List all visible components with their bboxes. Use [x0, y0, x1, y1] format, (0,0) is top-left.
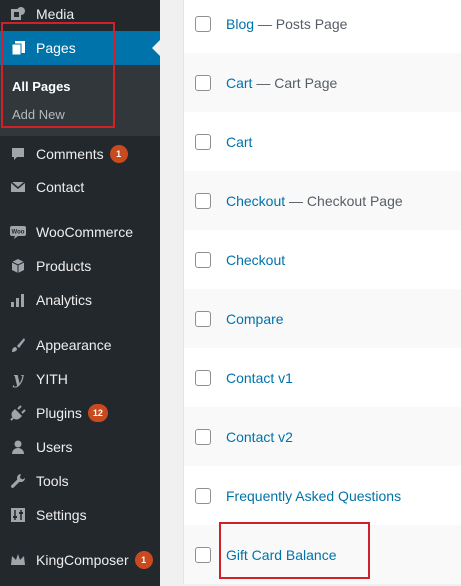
menu-label-pages: Pages: [36, 40, 76, 56]
menu-label-woocommerce: WooCommerce: [36, 224, 133, 240]
page-title-link[interactable]: Checkout: [226, 252, 285, 268]
page-title-link[interactable]: Cart: [226, 134, 252, 150]
table-row: Blog — Posts Page: [184, 0, 461, 53]
menu-item-users[interactable]: Users: [0, 430, 160, 464]
table-row: Checkout — Checkout Page: [184, 171, 461, 230]
media-icon: [8, 4, 28, 24]
page-title-link[interactable]: Blog: [226, 16, 254, 32]
user-icon: [8, 437, 28, 457]
menu-label-appearance: Appearance: [36, 337, 112, 353]
pages-table: Blog — Posts Page Cart — Cart Page Cart Che…: [183, 0, 461, 584]
kingcomposer-icon: [8, 550, 28, 570]
comments-count-badge: 1: [109, 145, 128, 163]
menu-label-settings: Settings: [36, 507, 87, 523]
menu-item-contact[interactable]: Contact: [0, 170, 160, 204]
row-checkbox[interactable]: [195, 310, 211, 327]
page-title-cell: Checkout — Checkout Page: [226, 193, 403, 209]
menu-label-users: Users: [36, 439, 73, 455]
page-title-cell: Blog — Posts Page: [226, 16, 347, 32]
page-title-link[interactable]: Compare: [226, 311, 284, 327]
menu-item-plugins[interactable]: Plugins 12: [0, 396, 160, 430]
plug-icon: [8, 403, 28, 423]
row-checkbox[interactable]: [195, 369, 211, 386]
page-title-cell: Cart: [226, 134, 252, 150]
menu-item-kingcomposer[interactable]: KingComposer 1: [0, 543, 160, 577]
menu-label-products: Products: [36, 258, 92, 274]
paintbrush-icon: [8, 335, 28, 355]
page-title-cell: Compare: [226, 311, 284, 327]
menu-label-yith: YITH: [36, 371, 68, 387]
svg-text:Woo: Woo: [12, 230, 25, 236]
kingcomposer-count-badge: 1: [134, 551, 153, 569]
plugins-count-badge: 12: [87, 404, 108, 422]
page-title-cell: Frequently Asked Questions: [226, 488, 401, 504]
page-title-link[interactable]: Contact v2: [226, 429, 293, 445]
yith-icon: y: [13, 369, 23, 389]
comments-icon: [8, 144, 28, 164]
menu-label-plugins: Plugins: [36, 405, 82, 421]
current-menu-arrow: [152, 40, 160, 56]
page-title-cell: Contact v2: [226, 429, 293, 445]
admin-sidebar: Media Pages All Pages Add New Comments 1…: [0, 0, 160, 586]
page-state-label: — Checkout Page: [289, 192, 403, 209]
submenu-add-new[interactable]: Add New: [12, 107, 65, 122]
box-icon: [8, 256, 28, 276]
menu-label-media: Media: [36, 6, 75, 22]
wrench-icon: [8, 471, 28, 491]
menu-item-products[interactable]: Products: [0, 249, 160, 283]
menu-item-tools[interactable]: Tools: [0, 464, 160, 498]
page-title-link[interactable]: Frequently Asked Questions: [226, 488, 401, 504]
menu-item-media[interactable]: Media: [0, 0, 160, 31]
page-state-label: — Posts Page: [257, 15, 348, 32]
page-title-link[interactable]: Gift Card Balance: [226, 547, 337, 563]
table-row: Cart — Cart Page: [184, 53, 461, 112]
row-checkbox[interactable]: [195, 192, 211, 209]
menu-item-woocommerce[interactable]: Woo WooCommerce: [0, 215, 160, 249]
table-row: Compare: [184, 289, 461, 348]
menu-label-tools: Tools: [36, 473, 69, 489]
page-title-link[interactable]: Cart: [226, 75, 252, 91]
row-checkbox[interactable]: [195, 133, 211, 150]
pages-submenu: All Pages Add New: [0, 65, 160, 136]
menu-item-pages[interactable]: Pages: [0, 31, 160, 65]
row-checkbox[interactable]: [195, 546, 211, 563]
page-title-cell: Checkout: [226, 252, 285, 268]
table-row: Cart: [184, 112, 461, 171]
row-checkbox[interactable]: [195, 15, 211, 32]
menu-item-appearance[interactable]: Appearance: [0, 328, 160, 362]
row-checkbox[interactable]: [195, 74, 211, 91]
woocommerce-icon: Woo: [8, 222, 28, 242]
menu-item-comments[interactable]: Comments 1: [0, 137, 160, 171]
row-checkbox[interactable]: [195, 428, 211, 445]
row-checkbox[interactable]: [195, 487, 211, 504]
row-checkbox[interactable]: [195, 251, 211, 268]
menu-label-kingcomposer: KingComposer: [36, 552, 129, 568]
page-title-cell: Cart — Cart Page: [226, 75, 337, 91]
page-title-cell: Gift Card Balance: [226, 547, 337, 563]
pages-icon: [8, 38, 28, 58]
menu-label-contact: Contact: [36, 179, 85, 195]
menu-item-yith[interactable]: y YITH: [0, 362, 160, 396]
page-title-link[interactable]: Checkout: [226, 193, 285, 209]
page-title-cell: Contact v1: [226, 370, 293, 386]
page-state-label: — Cart Page: [256, 74, 338, 91]
sliders-icon: [8, 505, 28, 525]
page-title-link[interactable]: Contact v1: [226, 370, 293, 386]
menu-label-analytics: Analytics: [36, 292, 93, 308]
menu-label-comments: Comments: [36, 146, 104, 162]
pages-list-area: Blog — Posts Page Cart — Cart Page Cart Che…: [160, 0, 461, 586]
submenu-all-pages[interactable]: All Pages: [12, 79, 71, 94]
table-row: Contact v2: [184, 407, 461, 466]
table-row: Frequently Asked Questions: [184, 466, 461, 525]
table-row: Gift Card Balance: [184, 525, 461, 584]
menu-item-settings[interactable]: Settings: [0, 498, 160, 532]
bar-chart-icon: [8, 290, 28, 310]
menu-item-analytics[interactable]: Analytics: [0, 283, 160, 317]
table-row: Checkout: [184, 230, 461, 289]
envelope-icon: [8, 177, 28, 197]
table-row: Contact v1: [184, 348, 461, 407]
